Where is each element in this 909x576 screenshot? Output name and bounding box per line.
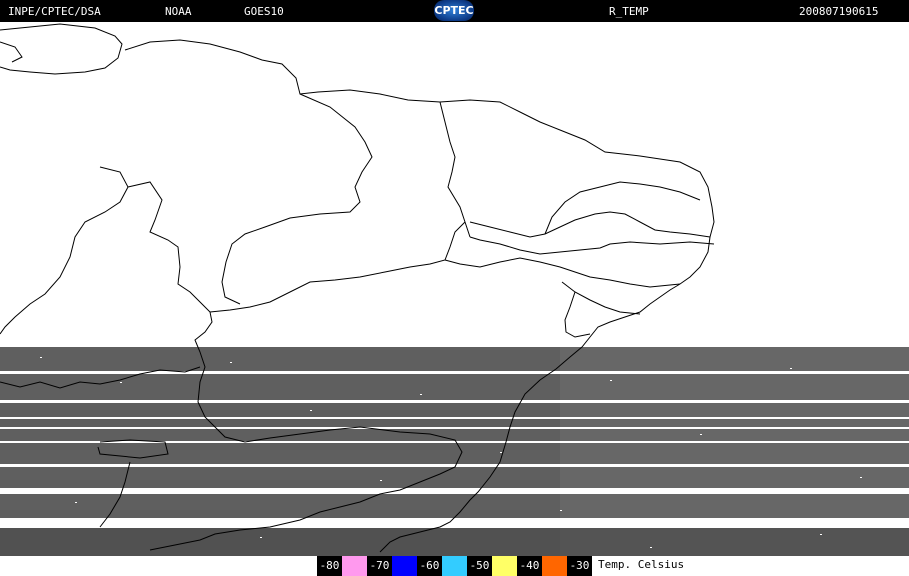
agency-label: NOAA: [165, 5, 192, 18]
legend-value: -70: [367, 556, 392, 576]
legend-swatch: [442, 556, 467, 576]
legend-swatch: [492, 556, 517, 576]
satellite-map: [0, 22, 909, 556]
legend-swatch: [392, 556, 417, 576]
logo-text: CPTEC: [434, 4, 474, 17]
legend-swatch: [342, 556, 367, 576]
temperature-legend: -80 -70 -60 -50 -40 -30 Temp. Celsius: [0, 556, 909, 576]
legend-value: -60: [417, 556, 442, 576]
legend-label: Temp. Celsius: [598, 558, 685, 571]
header-bar: INPE/CPTEC/DSA NOAA GOES10 CPTEC R_TEMP …: [0, 0, 909, 22]
legend-value: -80: [317, 556, 342, 576]
legend-value: -30: [567, 556, 592, 576]
legend-value: -50: [467, 556, 492, 576]
org-label: INPE/CPTEC/DSA: [8, 5, 101, 18]
satellite-label: GOES10: [244, 5, 284, 18]
timestamp-label: 200807190615: [799, 5, 879, 18]
product-label: R_TEMP: [609, 5, 649, 18]
legend-swatch: [542, 556, 567, 576]
legend-value: -40: [517, 556, 542, 576]
cptec-logo: CPTEC: [434, 0, 474, 21]
